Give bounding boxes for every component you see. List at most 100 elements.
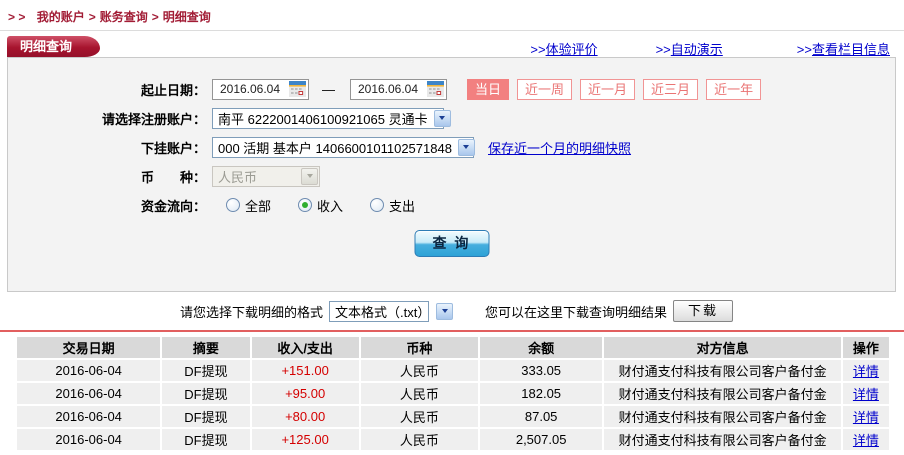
detail-query-tab: 明细查询 — [7, 36, 101, 57]
detail-link[interactable]: 详情 — [853, 387, 879, 402]
download-format-select[interactable]: 文本格式（.txt） — [329, 300, 454, 322]
flow-radio-option[interactable]: 支出 — [370, 196, 415, 215]
table-row: 2016-06-04 DF提现 +80.00 人民币 87.05 财付通支付科技… — [17, 406, 889, 427]
cell-balance: 182.05 — [480, 383, 603, 404]
table-header-cell: 交易日期 — [17, 337, 161, 358]
range-button[interactable]: 近三月 — [643, 78, 699, 100]
register-account-select[interactable]: 南平 6222001406100921065 灵通卡 — [212, 107, 451, 129]
cell-summary: DF提现 — [162, 360, 250, 381]
query-button[interactable]: 查 询 — [414, 230, 489, 257]
register-account-row: 请选择注册账户： 南平 6222001406100921065 灵通卡 — [8, 105, 895, 131]
table-header-cell: 币种 — [360, 337, 479, 358]
top-link[interactable]: >>查看栏目信息 — [797, 39, 890, 58]
flow-row: 资金流向： 全部 收入 支出 — [8, 192, 895, 218]
breadcrumb-item: > 明细查询 — [148, 10, 211, 24]
top-link[interactable]: >>自动演示 — [656, 39, 723, 58]
breadcrumb-link[interactable]: 账务查询 — [100, 10, 148, 24]
cell-amount: +151.00 — [251, 360, 359, 381]
breadcrumb-item: 我的账户 — [29, 10, 85, 24]
currency-row: 币 种： 人民币 — [8, 163, 895, 189]
flow-options: 全部 收入 支出 — [226, 196, 442, 215]
breadcrumb-separator: > — [88, 10, 96, 24]
link-prefix: >> — [530, 42, 546, 57]
start-end-date-label: 起止日期： — [140, 82, 206, 98]
radio-label: 支出 — [389, 198, 416, 214]
cell-summary: DF提现 — [162, 429, 250, 450]
sub-account-row: 下挂账户： 000 活期 基本户 1406600101102571848 保存近… — [8, 134, 895, 160]
cell-summary: DF提现 — [162, 406, 250, 427]
cell-currency: 人民币 — [360, 406, 479, 427]
range-button[interactable]: 当日 — [467, 78, 510, 100]
breadcrumb-link[interactable]: 明细查询 — [163, 10, 211, 24]
cell-action: 详情 — [842, 429, 889, 450]
date-from-field[interactable] — [212, 78, 309, 100]
range-button[interactable]: 近一月 — [580, 78, 636, 100]
detail-link[interactable]: 详情 — [853, 364, 879, 379]
table-row: 2016-06-04 DF提现 +125.00 人民币 2,507.05 财付通… — [17, 429, 889, 450]
detail-link[interactable]: 详情 — [853, 433, 879, 448]
breadcrumb-item: > 账务查询 — [85, 10, 148, 24]
sub-account-select[interactable]: 000 活期 基本户 1406600101102571848 — [212, 136, 475, 158]
link-label: 自动演示 — [670, 42, 723, 57]
range-buttons: 当日 近一周 近一月 近三月 近一年 — [447, 78, 762, 100]
cell-amount: +80.00 — [251, 406, 359, 427]
cell-action: 详情 — [842, 383, 889, 404]
top-link[interactable]: >>体验评价 — [530, 39, 597, 58]
breadcrumb-separator: > — [151, 10, 159, 24]
cell-summary: DF提现 — [162, 383, 250, 404]
table-row: 2016-06-04 DF提现 +95.00 人民币 182.05 财付通支付科… — [17, 383, 889, 404]
date-range-row: 起止日期： — — [8, 76, 895, 102]
date-from-input[interactable] — [213, 82, 287, 96]
cell-trade-date: 2016-06-04 — [17, 383, 161, 404]
detail-link[interactable]: 详情 — [853, 410, 879, 425]
flow-label: 资金流向： — [140, 198, 206, 214]
flow-radio-option[interactable]: 收入 — [298, 196, 343, 215]
date-to-field[interactable] — [350, 78, 447, 100]
download-row: 请您选择下载明细的格式 文本格式（.txt） 您可以在这里下载查询明细结果 下载 — [0, 299, 904, 323]
breadcrumb: > > 我的账户 > 账务查询 > 明细查询 — [8, 8, 211, 25]
table-header-cell: 对方信息 — [604, 337, 841, 358]
link-prefix: >> — [655, 42, 671, 57]
cell-counterparty: 财付通支付科技有限公司客户备付金 — [604, 406, 841, 427]
snapshot-link[interactable]: 保存近一个月的明细快照 — [488, 138, 631, 157]
cell-balance: 2,507.05 — [480, 429, 603, 450]
radio-label: 全部 — [245, 198, 272, 214]
download-format-value: 文本格式（.txt） — [335, 304, 431, 320]
cell-currency: 人民币 — [360, 360, 479, 381]
download-button[interactable]: 下载 — [673, 300, 734, 322]
date-to-input[interactable] — [351, 82, 425, 96]
top-links: >>体验评价 >>自动演示 >>查看栏目信息 — [0, 39, 890, 58]
red-divider — [0, 330, 904, 332]
link-prefix: >> — [796, 42, 812, 57]
chevron-down-icon — [433, 109, 451, 127]
radio-icon — [370, 198, 385, 212]
table-header-cell: 摘要 — [162, 337, 250, 358]
flow-radio-option[interactable]: 全部 — [226, 196, 271, 215]
download-hint: 您可以在这里下载查询明细结果 — [485, 304, 668, 320]
calendar-icon[interactable] — [427, 81, 444, 97]
breadcrumb-prefix: > > — [8, 10, 26, 24]
calendar-icon[interactable] — [289, 81, 306, 97]
cell-balance: 333.05 — [480, 360, 603, 381]
register-account-label: 请选择注册账户： — [101, 111, 206, 127]
chevron-down-icon — [436, 302, 454, 320]
cell-action: 详情 — [842, 406, 889, 427]
sub-account-label: 下挂账户： — [140, 140, 206, 156]
cell-currency: 人民币 — [360, 383, 479, 404]
cell-trade-date: 2016-06-04 — [17, 360, 161, 381]
cell-currency: 人民币 — [360, 429, 479, 450]
top-divider — [0, 30, 904, 31]
currency-select: 人民币 — [212, 165, 320, 187]
cell-trade-date: 2016-06-04 — [17, 429, 161, 450]
table-row: 2016-06-04 DF提现 +151.00 人民币 333.05 财付通支付… — [17, 360, 889, 381]
cell-trade-date: 2016-06-04 — [17, 406, 161, 427]
range-button[interactable]: 近一周 — [517, 78, 573, 100]
table-header-row: 交易日期 摘要 收入/支出 币种 余额 对方信息 操作 — [17, 337, 889, 358]
download-format-label: 请您选择下载明细的格式 — [180, 304, 324, 320]
cell-counterparty: 财付通支付科技有限公司客户备付金 — [604, 360, 841, 381]
table-header-cell: 操作 — [842, 337, 889, 358]
breadcrumb-link[interactable]: 我的账户 — [37, 10, 85, 24]
range-button[interactable]: 近一年 — [706, 78, 762, 100]
transactions-table: 交易日期 摘要 收入/支出 币种 余额 对方信息 操作 2016-06-04 DF提现 +1… — [15, 335, 891, 452]
chevron-down-icon — [301, 167, 318, 185]
